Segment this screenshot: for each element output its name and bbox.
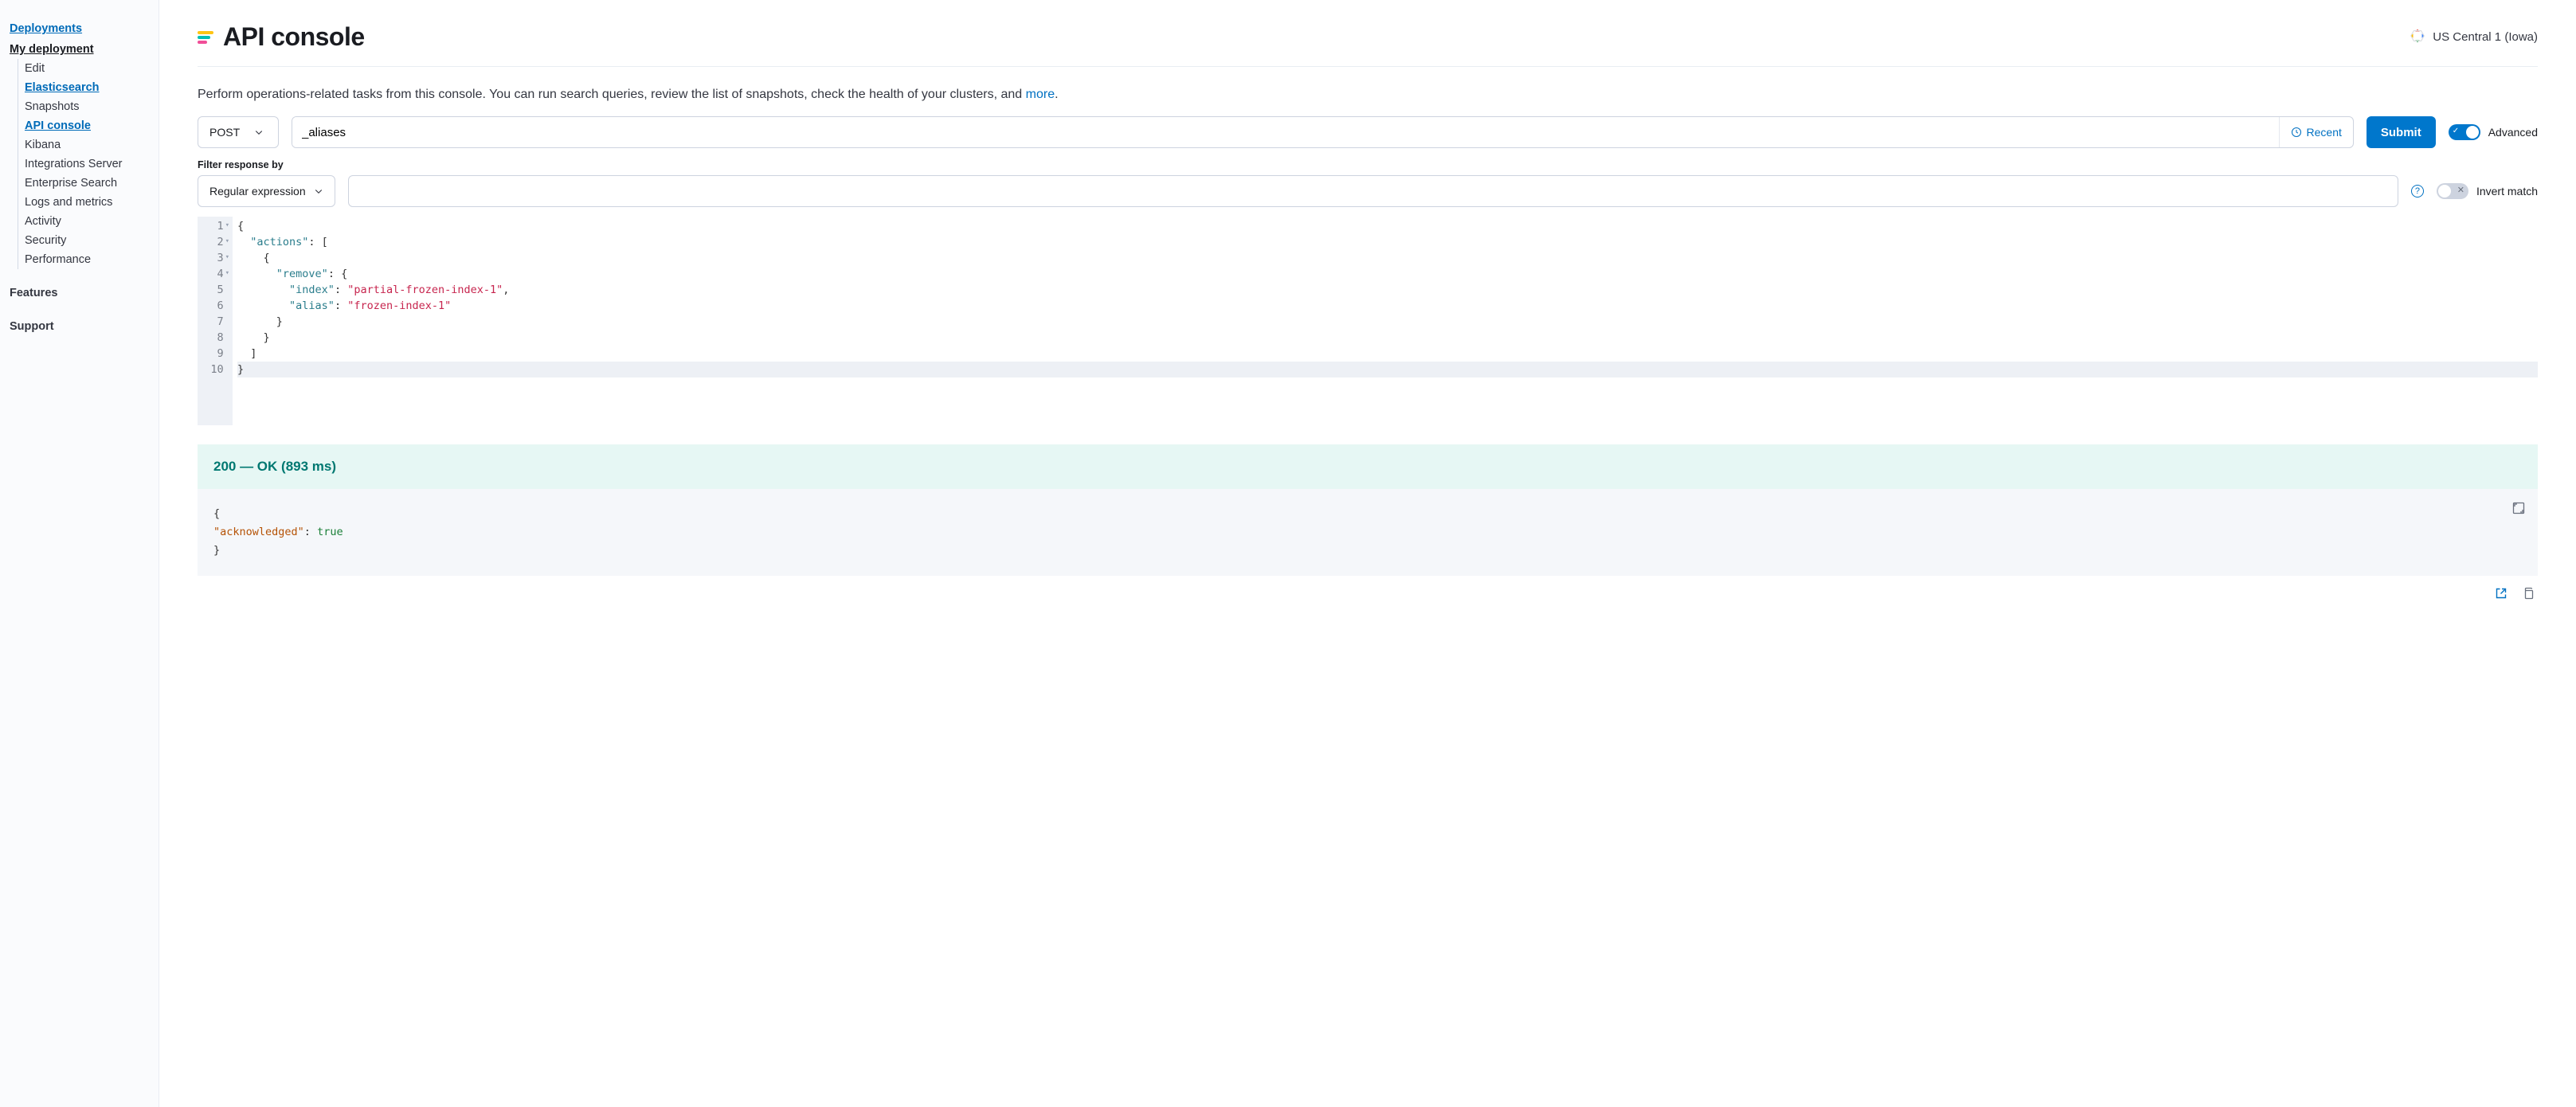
invert-match-label: Invert match [2476,185,2538,198]
sidebar-item-snapshots[interactable]: Snapshots [18,97,159,116]
page-header: API console US Central 1 (Iowa) [198,22,2538,67]
response-footer-actions [198,576,2538,602]
sidebar-item-performance[interactable]: Performance [18,250,159,269]
sidebar-item-enterprise-search[interactable]: Enterprise Search [18,174,159,193]
editor-gutter: 1▾2▾3▾4▾5 6 7 8 9 10 [198,217,233,425]
main-content: API console US Central 1 (Iowa) Perform … [159,0,2576,1107]
check-icon: ✓ [2453,127,2459,135]
region-indicator: US Central 1 (Iowa) [2409,27,2538,48]
response-status: 200 — OK (893 ms) [198,444,2538,489]
open-external-icon[interactable] [2495,587,2507,602]
sidebar: Deployments My deployment Edit Elasticse… [0,0,159,1107]
http-method-select[interactable]: POST [198,116,279,148]
advanced-toggle-group: ✓ Advanced [2449,116,2538,148]
more-link[interactable]: more [1026,88,1055,101]
chevron-down-icon [314,186,323,196]
request-controls: POST Recent Submit ✓ Advanced [198,116,2538,148]
expand-icon[interactable] [2512,502,2525,521]
sidebar-item-security[interactable]: Security [18,231,159,250]
recent-button[interactable]: Recent [2279,117,2353,147]
http-method-value: POST [209,126,240,139]
request-path-input[interactable] [292,117,2279,147]
filter-type-value: Regular expression [209,185,306,198]
deployment-name-link[interactable]: My deployment [10,40,159,59]
filter-input[interactable] [348,175,2398,207]
filter-controls: Regular expression ? ✕ Invert match [198,175,2538,207]
invert-match-group: ✕ Invert match [2437,183,2538,199]
clock-icon [2291,127,2302,138]
sidebar-item-api-console[interactable]: API console [18,116,159,135]
x-icon: ✕ [2457,185,2464,195]
editor-code[interactable]: { "actions": [ { "remove": { "index": "p… [233,217,2538,425]
sidebar-section-support[interactable]: Support [10,317,159,336]
filter-label: Filter response by [198,159,2538,170]
sidebar-item-activity[interactable]: Activity [18,212,159,231]
copy-icon[interactable] [2522,587,2535,602]
advanced-label: Advanced [2488,126,2538,139]
sidebar-item-edit[interactable]: Edit [18,59,159,78]
submit-button[interactable]: Submit [2367,116,2436,148]
sidebar-item-kibana[interactable]: Kibana [18,135,159,155]
page-description: Perform operations-related tasks from th… [198,88,2538,102]
response-body: { "acknowledged": true} [198,489,2538,576]
request-path-field: Recent [292,116,2354,148]
recent-label: Recent [2307,126,2342,139]
deployments-link[interactable]: Deployments [10,19,159,40]
filter-type-select[interactable]: Regular expression [198,175,335,207]
sidebar-item-logs-and-metrics[interactable]: Logs and metrics [18,193,159,212]
help-icon[interactable]: ? [2411,185,2424,198]
invert-match-toggle[interactable]: ✕ [2437,183,2468,199]
sidebar-item-integrations-server[interactable]: Integrations Server [18,155,159,174]
page-title: API console [223,22,365,52]
advanced-toggle[interactable]: ✓ [2449,124,2480,140]
sidebar-item-elasticsearch[interactable]: Elasticsearch [18,78,159,97]
request-body-editor[interactable]: 1▾2▾3▾4▾5 6 7 8 9 10 { "actions": [ { "r… [198,217,2538,425]
chevron-down-icon [254,127,264,137]
gcp-icon [2409,27,2426,48]
region-label: US Central 1 (Iowa) [2433,30,2538,44]
sidebar-section-features[interactable]: Features [10,284,159,303]
elastic-logo-icon [198,31,213,44]
